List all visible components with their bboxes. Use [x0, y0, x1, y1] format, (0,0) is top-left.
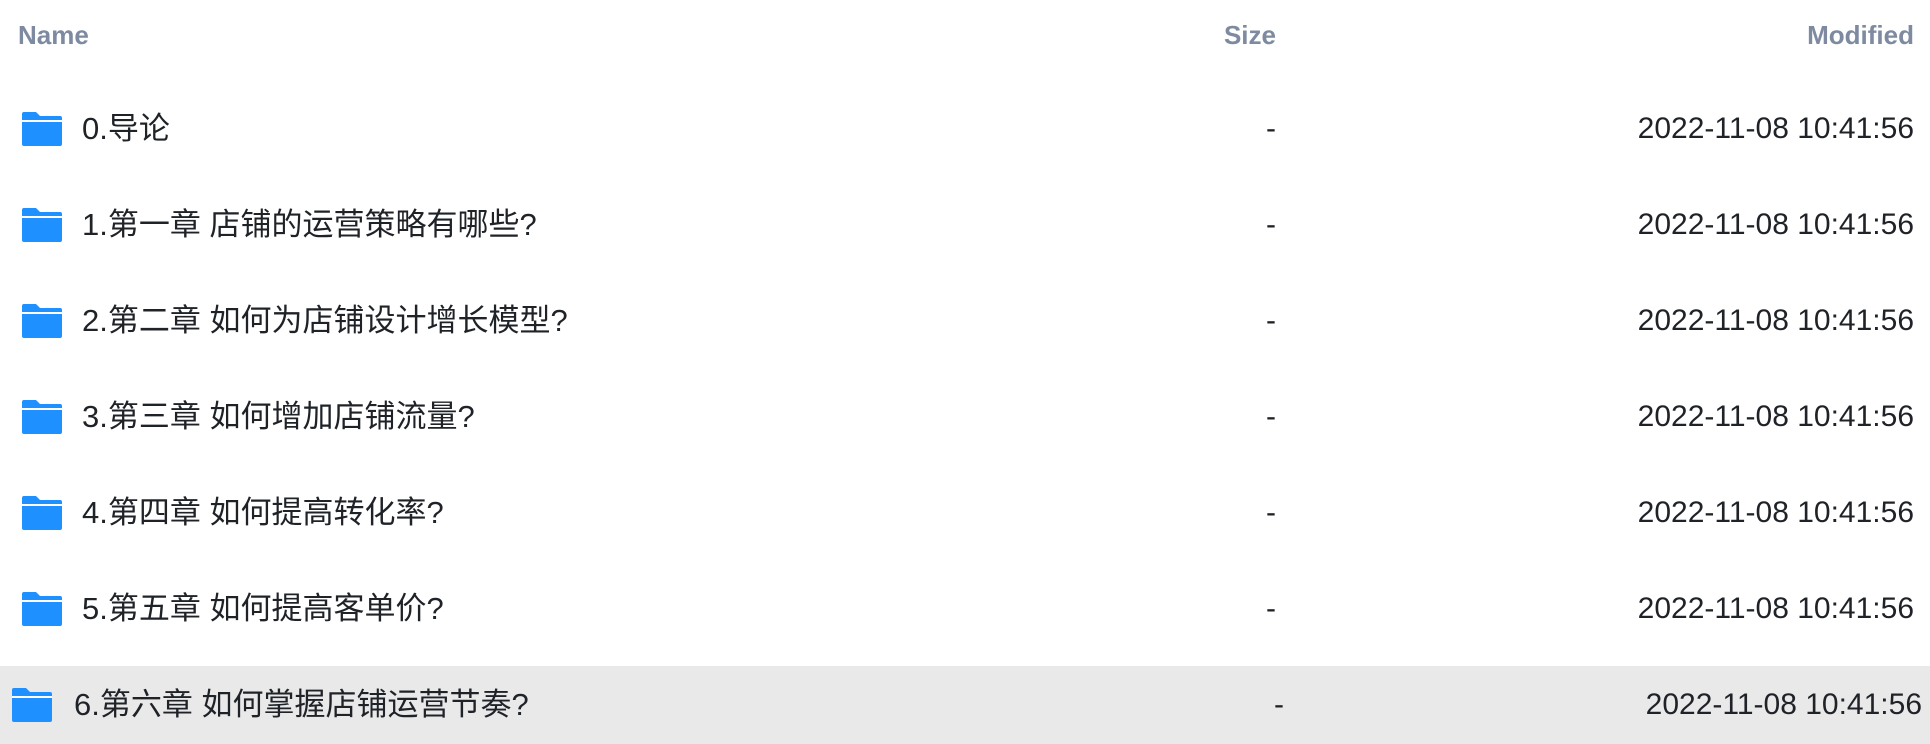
folder-icon — [22, 496, 62, 530]
file-name[interactable]: 2.第二章 如何为店铺设计增长模型? — [82, 282, 568, 360]
file-name[interactable]: 4.第四章 如何提高转化率? — [82, 474, 444, 552]
file-size: - — [1266, 592, 1276, 625]
file-size: - — [1274, 688, 1284, 721]
file-size: - — [1266, 112, 1276, 145]
table-header: Name Size Modified — [0, 0, 1930, 70]
file-name[interactable]: 1.第一章 店铺的运营策略有哪些? — [82, 186, 537, 264]
file-modified: 2022-11-08 10:41:56 — [1637, 112, 1914, 145]
file-modified: 2022-11-08 10:41:56 — [1637, 592, 1914, 625]
folder-icon — [22, 304, 62, 338]
file-name[interactable]: 0.导论 — [82, 90, 170, 168]
table-row[interactable]: 2.第二章 如何为店铺设计增长模型? - 2022-11-08 10:41:56 — [0, 282, 1930, 360]
folder-icon — [22, 112, 62, 146]
file-modified: 2022-11-08 10:41:56 — [1637, 304, 1914, 337]
file-size: - — [1266, 400, 1276, 433]
column-header-size[interactable]: Size — [1224, 20, 1276, 50]
table-row[interactable]: 5.第五章 如何提高客单价? - 2022-11-08 10:41:56 — [0, 570, 1930, 648]
folder-icon — [12, 688, 52, 722]
file-name[interactable]: 6.第六章 如何掌握店铺运营节奏? — [74, 666, 529, 744]
file-size: - — [1266, 496, 1276, 529]
table-row[interactable]: 1.第一章 店铺的运营策略有哪些? - 2022-11-08 10:41:56 — [0, 186, 1930, 264]
table-row[interactable]: 0.导论 - 2022-11-08 10:41:56 — [0, 90, 1930, 168]
column-header-modified[interactable]: Modified — [1807, 20, 1914, 50]
file-list-table: Name Size Modified 0.导论 - 2022-11-08 10:… — [0, 0, 1930, 744]
file-size: - — [1266, 208, 1276, 241]
table-row[interactable]: 4.第四章 如何提高转化率? - 2022-11-08 10:41:56 — [0, 474, 1930, 552]
folder-icon — [22, 592, 62, 626]
column-header-name[interactable]: Name — [18, 20, 89, 50]
file-name[interactable]: 3.第三章 如何增加店铺流量? — [82, 378, 475, 456]
file-size: - — [1266, 304, 1276, 337]
file-modified: 2022-11-08 10:41:56 — [1637, 400, 1914, 433]
table-row[interactable]: 3.第三章 如何增加店铺流量? - 2022-11-08 10:41:56 — [0, 378, 1930, 456]
file-modified: 2022-11-08 10:41:56 — [1645, 688, 1922, 721]
file-modified: 2022-11-08 10:41:56 — [1637, 208, 1914, 241]
folder-icon — [22, 208, 62, 242]
folder-icon — [22, 400, 62, 434]
file-name[interactable]: 5.第五章 如何提高客单价? — [82, 570, 444, 648]
file-modified: 2022-11-08 10:41:56 — [1637, 496, 1914, 529]
table-row-selected[interactable]: 6.第六章 如何掌握店铺运营节奏? - 2022-11-08 10:41:56 — [0, 666, 1930, 744]
